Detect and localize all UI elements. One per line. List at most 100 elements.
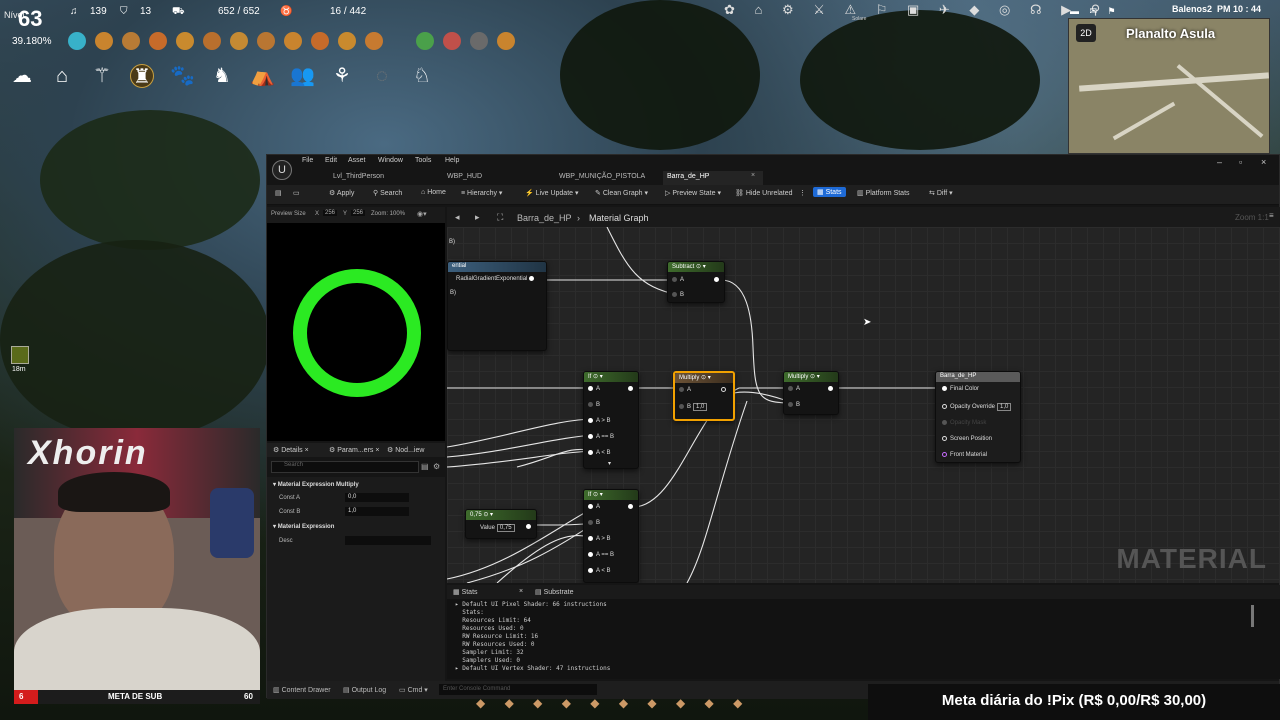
node-multiply-2[interactable]: Multiply ⊙ ▾ A B <box>783 371 839 415</box>
pin-opacity-override[interactable]: Opacity Override 1,0 <box>942 403 1012 411</box>
camp-icon[interactable]: ⛺ <box>250 64 275 88</box>
pin-if1-a[interactable]: A <box>588 386 600 392</box>
node-constant[interactable]: 0,75 ⊙ ▾ Value 0,75 <box>465 509 537 539</box>
butterfly-icon[interactable]: ⚘ <box>330 64 354 88</box>
menu-icon-4[interactable] <box>149 32 167 50</box>
dragon-icon[interactable]: ♘ <box>410 64 434 88</box>
pin-if2-a[interactable]: A <box>588 504 600 510</box>
browse-icon[interactable]: ▭ <box>293 189 300 197</box>
cmd-button[interactable]: ▭ Cmd ▾ <box>399 686 428 694</box>
pin-mul2-b[interactable]: B <box>788 402 800 408</box>
material-graph[interactable]: ential RadialGradientExponential B) B) S… <box>447 227 1280 583</box>
menu-file[interactable]: File <box>302 157 313 164</box>
clean-graph-button[interactable]: ✎ Clean Graph ▾ <box>595 189 648 197</box>
live-update-button[interactable]: ⚡ Live Update ▾ <box>525 189 579 197</box>
menu-window[interactable]: Window <box>378 157 403 164</box>
menu-edit[interactable]: Edit <box>325 157 337 164</box>
tab-substrate[interactable]: ▤ Substrate <box>535 588 574 596</box>
menu-icon-6[interactable] <box>203 32 221 50</box>
preview-y-input[interactable]: 256 <box>351 210 366 216</box>
preview-x-input[interactable]: 256 <box>323 210 338 216</box>
apply-button[interactable]: ⚙ Apply <box>329 189 354 197</box>
const-value-field[interactable]: Value 0,75 <box>480 524 515 532</box>
menu-icon-14[interactable] <box>443 32 461 50</box>
unreal-logo-icon[interactable]: U <box>272 160 292 180</box>
castle-icon[interactable]: ♜ <box>130 64 154 88</box>
material-preview[interactable] <box>267 223 445 441</box>
pin-if1-b[interactable]: B <box>588 402 600 408</box>
hierarchy-button[interactable]: ≡ Hierarchy ▾ <box>461 189 502 197</box>
forward-icon[interactable]: ▸ <box>475 212 480 223</box>
horse-icon[interactable]: ♞ <box>210 64 234 88</box>
stat-icon[interactable]: ⚚ <box>90 64 114 88</box>
tab-parameters[interactable]: ⚙ Param...ers × <box>329 446 379 454</box>
pin-subtract-a[interactable]: A <box>672 277 684 283</box>
pin-if2-b[interactable]: B <box>588 520 600 526</box>
back-icon[interactable]: ◂ <box>455 212 460 223</box>
menu-icon-16[interactable] <box>497 32 515 50</box>
stats-scrollbar[interactable] <box>1251 605 1254 627</box>
tab-wbp-hud[interactable]: WBP_HUD <box>443 171 486 185</box>
pin-mul1-out[interactable] <box>721 387 729 393</box>
menu-help[interactable]: Help <box>445 157 459 164</box>
tab-stats[interactable]: ▦ Stats <box>453 588 478 596</box>
tab-barra-de-hp[interactable]: Barra_de_HP <box>663 171 763 185</box>
pin-final-color[interactable]: Final Color <box>942 386 979 392</box>
pin-mul2-a[interactable]: A <box>788 386 800 392</box>
pin-if2-altb[interactable]: A < B <box>588 568 611 574</box>
content-drawer-button[interactable]: ▥ Content Drawer <box>273 686 331 694</box>
menu-icon-12[interactable] <box>365 32 383 50</box>
minimize-icon[interactable]: – <box>1217 157 1222 167</box>
menu-icon-8[interactable] <box>257 32 275 50</box>
palette-menu-icon[interactable]: ≡ <box>1269 211 1274 220</box>
pin-if2-out[interactable] <box>628 504 636 510</box>
close-tab-icon[interactable]: × <box>751 172 755 179</box>
tab-wbp-municao[interactable]: WBP_MUNIÇÃO_PISTOLA <box>555 171 649 185</box>
top-menu-icons[interactable]: ✿ ⌂ ⚙ ⚔ ⚠ ⚐ ▣ ✈ ◆ ◎ ☊ ▶ ⚲ <box>724 2 1100 22</box>
const-value-input[interactable]: 0,75 <box>496 524 515 532</box>
details-search-input[interactable]: Search <box>271 461 419 473</box>
menu-icon-7[interactable] <box>230 32 248 50</box>
maximize-icon[interactable]: ▫ <box>1239 157 1242 167</box>
skill-hotbar[interactable]: ◆ ◆ ◆ ◆ ◆ ◆ ◆ ◆ ◆ ◆ <box>476 696 776 714</box>
menu-tools[interactable]: Tools <box>415 157 431 164</box>
pet-icon[interactable]: 🐾 <box>170 64 195 88</box>
menu-icon-5[interactable] <box>176 32 194 50</box>
pin-opacity-value[interactable]: 1,0 <box>997 403 1012 411</box>
node-if-2[interactable]: If ⊙ ▾ A B A > B A == B A < B <box>583 489 639 583</box>
pin-if1-out[interactable] <box>628 386 636 392</box>
node-subtract[interactable]: Subtract ⊙ ▾ A B <box>667 261 725 303</box>
tab-node-preview[interactable]: ⚙ Nod...iew <box>387 446 424 454</box>
disabled-icon[interactable]: ◌ <box>370 64 394 88</box>
stats-button[interactable]: ▦ Stats <box>813 187 846 197</box>
search-button[interactable]: ⚲ Search <box>373 189 402 197</box>
system-icons[interactable]: ▬ ✉ ⚑ <box>1070 6 1120 17</box>
menu-icon-15[interactable] <box>470 32 488 50</box>
expand-icon[interactable]: ▾ <box>608 460 611 467</box>
const-a-input[interactable]: 0,0 <box>345 493 409 502</box>
menu-icon-13[interactable] <box>416 32 434 50</box>
pin-if1-agtb[interactable]: A > B <box>588 418 611 424</box>
desc-input[interactable] <box>345 536 431 545</box>
settings-gear-icon[interactable]: ⚙ <box>433 462 440 471</box>
mount-icon[interactable]: ☁ <box>10 64 34 88</box>
menu-icon-3[interactable] <box>122 32 140 50</box>
output-log-button[interactable]: ▤ Output Log <box>343 686 386 694</box>
node-radial-gradient[interactable]: ential RadialGradientExponential B) <box>447 261 547 351</box>
save-icon[interactable]: ▤ <box>275 189 282 197</box>
hide-unrelated-button[interactable]: ⛓ Hide Unrelated <box>735 189 793 197</box>
node-material-output[interactable]: Barra_de_HP Final Color Opacity Override… <box>935 371 1021 463</box>
pin-if2-aeqb[interactable]: A == B <box>588 552 614 558</box>
const-b-input[interactable]: 1,0 <box>345 507 409 516</box>
menu-icon-9[interactable] <box>284 32 302 50</box>
pin-mul1-b-value[interactable]: 1,0 <box>693 403 708 411</box>
pin-if2-agtb[interactable]: A > B <box>588 536 611 542</box>
section-multiply[interactable]: ▾ Material Expression Multiply <box>273 481 359 488</box>
menu-icon-10[interactable] <box>311 32 329 50</box>
breadcrumb-asset[interactable]: Barra_de_HP <box>517 213 572 223</box>
console-input[interactable]: Enter Console Command <box>439 684 597 695</box>
tab-lvl-thirdperson[interactable]: Lvl_ThirdPerson <box>329 171 388 185</box>
preview-state-button[interactable]: ▷ Preview State ▾ <box>665 189 721 197</box>
tab-details[interactable]: ⚙ Details × <box>273 446 309 454</box>
section-expression[interactable]: ▾ Material Expression <box>273 523 334 530</box>
